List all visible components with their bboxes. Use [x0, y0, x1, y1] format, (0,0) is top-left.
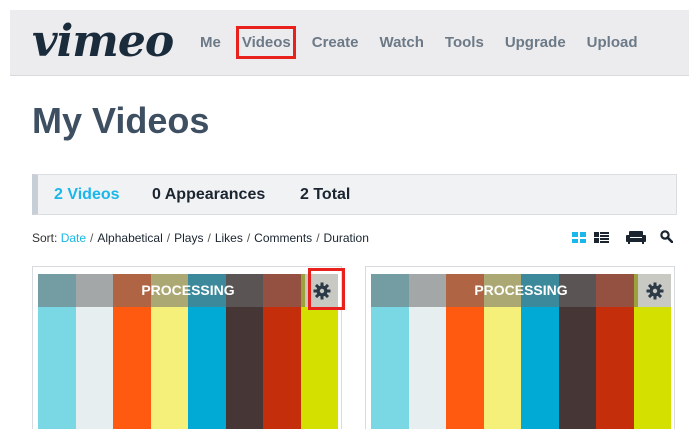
nav-item-upload[interactable]: Upload — [587, 34, 638, 52]
sort-alphabetical[interactable]: Alphabetical — [97, 231, 162, 245]
sort-label: Sort: — [32, 231, 58, 245]
nav-item-create[interactable]: Create — [312, 34, 359, 52]
sort-bar: Sort: Date / Alphabetical / Plays / Likes / Comm… — [32, 231, 369, 245]
videos-highlight-box — [236, 26, 296, 59]
nav-item-tools[interactable]: Tools — [445, 34, 484, 52]
top-nav-bar: vimeo Me Videos Create Watch Tools Upgra… — [10, 10, 689, 76]
video-card[interactable]: PROCESSING — [32, 266, 342, 429]
tab-videos[interactable]: 2 Videos — [54, 186, 120, 204]
tab-appearances[interactable]: 0 Appearances — [152, 186, 265, 204]
nav-item-me[interactable]: Me — [200, 34, 221, 52]
sort-plays[interactable]: Plays — [174, 231, 203, 245]
nav-item-upgrade[interactable]: Upgrade — [505, 34, 566, 52]
nav-item-watch[interactable]: Watch — [379, 34, 423, 52]
sort-date[interactable]: Date — [61, 231, 86, 245]
vimeo-logo[interactable]: vimeo — [32, 20, 174, 64]
sort-likes[interactable]: Likes — [215, 231, 243, 245]
page-title: My Videos — [32, 100, 210, 141]
grid-view-icon[interactable] — [572, 232, 586, 243]
video-settings-button[interactable] — [638, 274, 671, 307]
processing-status: PROCESSING — [474, 282, 568, 298]
video-tabs: 2 Videos 0 Appearances 2 Total — [32, 174, 677, 215]
sort-duration[interactable]: Duration — [324, 231, 369, 245]
tab-total[interactable]: 2 Total — [300, 186, 350, 204]
gear-icon — [646, 282, 663, 299]
processing-status: PROCESSING — [141, 282, 235, 298]
search-icon[interactable] — [660, 230, 673, 243]
list-view-icon[interactable] — [594, 232, 609, 243]
sort-comments[interactable]: Comments — [254, 231, 312, 245]
video-card[interactable]: PROCESSING — [365, 266, 675, 429]
couch-mode-icon[interactable] — [626, 230, 646, 244]
gear-highlight-box — [308, 268, 345, 310]
